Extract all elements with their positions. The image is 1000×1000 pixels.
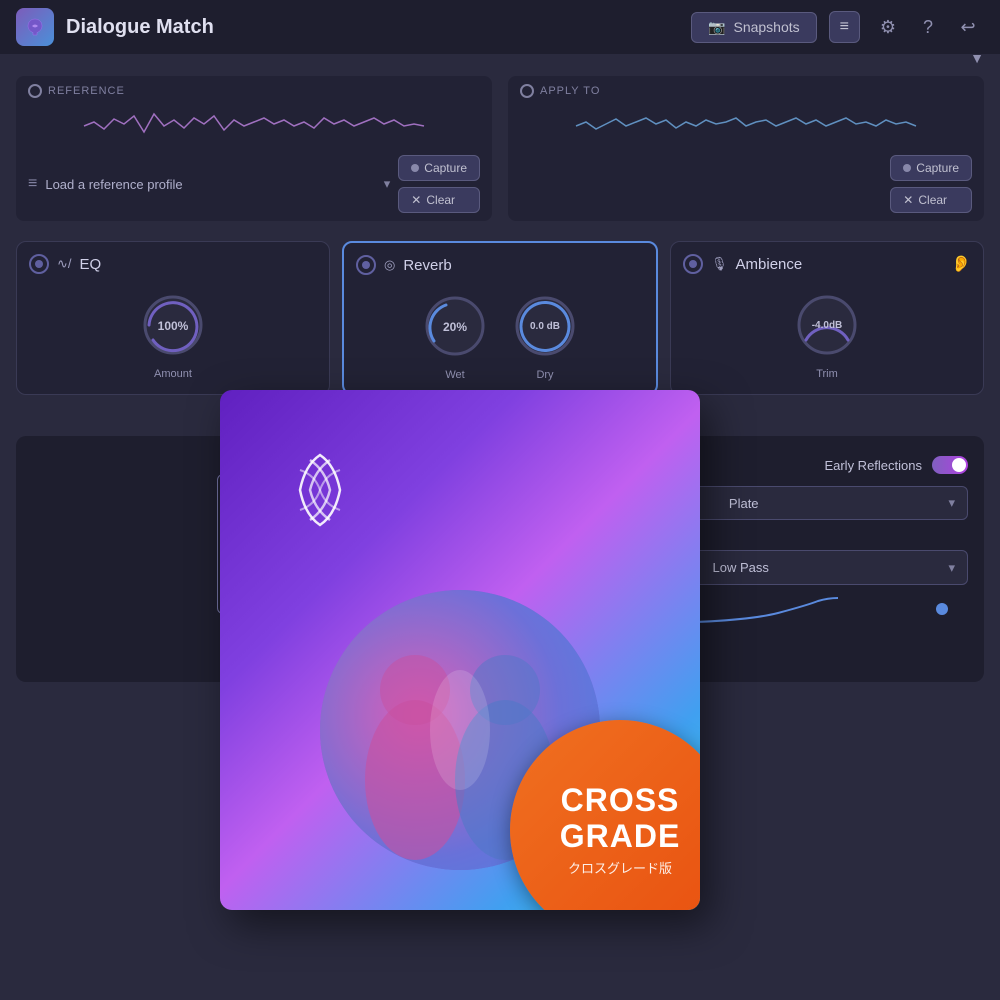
app-title: Dialogue Match	[66, 16, 214, 39]
early-reflections-label: Early Reflections	[824, 458, 922, 473]
crossgrade-text: CROSS GRADE	[560, 783, 681, 853]
reverb-wet-knob[interactable]: 20%	[420, 291, 490, 361]
product-box: CROSS GRADE クロスグレード版	[220, 390, 700, 910]
ambience-trim-knob-container: -4.0dB Trim	[792, 290, 862, 380]
apply-circle-icon	[520, 84, 534, 98]
load-profile-dropdown[interactable]: ≡ Load a reference profile ▾	[28, 175, 390, 193]
eq-icon: ∿/	[57, 256, 72, 272]
ambience-module: 🎙 Ambience 👂 -4.0dB Trim	[670, 241, 984, 395]
eq-knobs: 100% Amount	[138, 290, 208, 380]
reverb-module: ◎ Reverb 20% Wet	[342, 241, 658, 395]
eq-amount-label: Amount	[154, 368, 192, 380]
eq-amount-knob[interactable]: 100%	[138, 290, 208, 360]
product-overlay: CROSS GRADE クロスグレード版	[220, 390, 720, 940]
app-container: Dialogue Match 📷 Snapshots ≡ ⚙ ? ↩ ▼ REF…	[0, 0, 1000, 1000]
apply-capture-button[interactable]: Capture	[890, 155, 972, 181]
ambience-ear-icon: 👂	[951, 254, 971, 274]
ambience-icon: 🎙	[711, 256, 728, 272]
crossgrade-sub: クロスグレード版	[568, 858, 672, 877]
apply-button-stack: Capture ✕ Clear	[890, 155, 972, 213]
lines-icon: ≡	[28, 175, 37, 193]
low-pass-arrow-icon: ▾	[948, 560, 955, 576]
modules-section: ∿/ EQ 100% Amount	[0, 231, 1000, 405]
plate-label: Plate	[729, 496, 759, 511]
settings-button[interactable]: ⚙	[872, 11, 904, 43]
reverb-toggle-dot	[362, 261, 370, 269]
app-logo	[16, 8, 54, 46]
clear-x-icon: ✕	[411, 193, 421, 207]
header-right-icons: ⚙ ? ↩	[872, 11, 984, 43]
apply-capture-dot-icon	[903, 164, 911, 172]
help-button[interactable]: ?	[912, 11, 944, 43]
reverb-wet-knob-container: 20% Wet	[420, 291, 490, 381]
ambience-trim-label: Trim	[816, 368, 838, 380]
svg-text:-4.0dB: -4.0dB	[812, 320, 843, 331]
eq-header: ∿/ EQ	[29, 254, 317, 274]
reference-waveform	[28, 104, 480, 149]
reverb-knobs: 20% Wet 0.0 dB Dry	[420, 291, 580, 381]
apply-to-controls: Capture ✕ Clear	[520, 155, 972, 213]
reference-label: REFERENCE	[28, 84, 480, 98]
ambience-header: 🎙 Ambience 👂	[683, 254, 971, 274]
ambience-knobs: -4.0dB Trim	[792, 290, 862, 380]
eq-toggle[interactable]	[29, 254, 49, 274]
dropdown-arrow-icon: ▾	[384, 176, 391, 192]
apply-to-panel: APPLY TO Capture ✕ Clear	[508, 76, 984, 221]
product-logo	[270, 440, 390, 560]
reverb-toggle[interactable]	[356, 255, 376, 275]
svg-text:20%: 20%	[443, 320, 467, 334]
eq-title: EQ	[80, 256, 102, 273]
reverb-wet-label: Wet	[445, 369, 464, 381]
eq-module: ∿/ EQ 100% Amount	[16, 241, 330, 395]
reference-circle-icon	[28, 84, 42, 98]
capture-dot-icon	[411, 164, 419, 172]
reverb-header: ◎ Reverb	[356, 255, 644, 275]
apply-to-label: APPLY TO	[520, 84, 972, 98]
plate-arrow-icon: ▾	[948, 495, 955, 511]
reference-panel: REFERENCE ≡ Load a reference profile ▾ C…	[16, 76, 492, 221]
top-section: REFERENCE ≡ Load a reference profile ▾ C…	[0, 66, 1000, 231]
ambience-toggle[interactable]	[683, 254, 703, 274]
ambience-title: Ambience	[736, 256, 803, 273]
apply-clear-button[interactable]: ✕ Clear	[890, 187, 972, 213]
svg-text:0.0 dB: 0.0 dB	[530, 321, 560, 332]
reference-capture-button[interactable]: Capture	[398, 155, 480, 181]
header: Dialogue Match 📷 Snapshots ≡ ⚙ ? ↩	[0, 0, 1000, 54]
snapshots-button[interactable]: 📷 Snapshots	[691, 12, 817, 43]
reverb-title: Reverb	[403, 257, 451, 274]
low-pass-label: Low Pass	[713, 560, 769, 575]
ambience-toggle-dot	[689, 260, 697, 268]
reference-button-stack: Capture ✕ Clear	[398, 155, 480, 213]
camera-icon: 📷	[708, 19, 725, 36]
reverb-icon: ◎	[384, 257, 395, 273]
snapshots-label: Snapshots	[733, 19, 799, 35]
early-reflections-toggle[interactable]	[932, 456, 968, 474]
top-divider: ▼	[0, 50, 1000, 66]
apply-to-waveform	[520, 104, 972, 149]
apply-clear-x-icon: ✕	[903, 193, 913, 207]
eq-toggle-dot	[35, 260, 43, 268]
reverb-dry-knob[interactable]: 0.0 dB	[510, 291, 580, 361]
eq-amount-knob-container: 100% Amount	[138, 290, 208, 380]
filter-dot-handle[interactable]	[936, 603, 948, 615]
reverb-dry-label: Dry	[536, 369, 553, 381]
reference-controls: ≡ Load a reference profile ▾ Capture ✕ C…	[28, 155, 480, 213]
menu-button[interactable]: ≡	[829, 11, 860, 43]
svg-text:100%: 100%	[158, 319, 189, 333]
ambience-trim-knob[interactable]: -4.0dB	[792, 290, 862, 360]
back-button[interactable]: ↩	[952, 11, 984, 43]
reverb-dry-knob-container: 0.0 dB Dry	[510, 291, 580, 381]
down-arrow-icon: ▼	[970, 50, 984, 66]
reference-clear-button[interactable]: ✕ Clear	[398, 187, 480, 213]
